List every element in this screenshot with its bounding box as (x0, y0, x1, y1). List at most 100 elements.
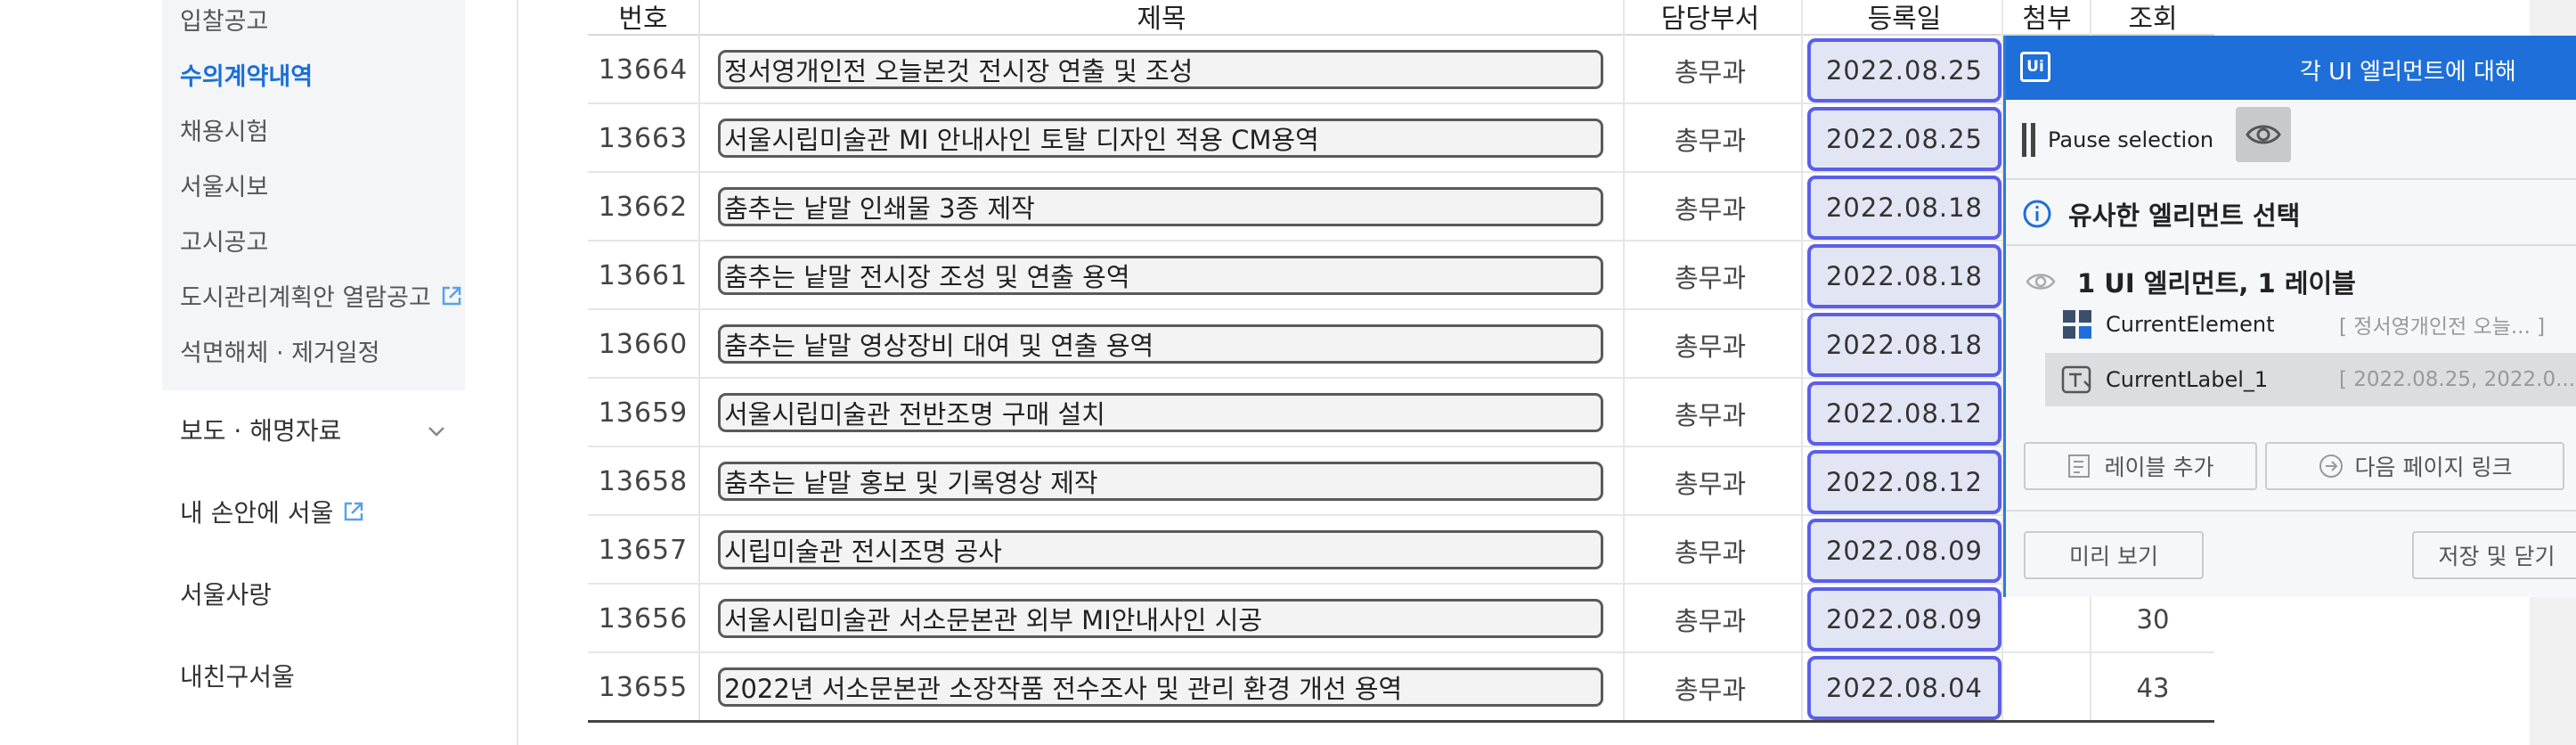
text-label-icon (2061, 365, 2091, 394)
row-title-link[interactable]: 시립미술관 전시조명 공사 (718, 530, 1603, 569)
tree-item-value: [ 2022.08.25, 2022.0... ] (2339, 368, 2576, 391)
submenu-item[interactable]: 수의계약내역 (180, 57, 313, 92)
row-date: 2022.08.12 (1807, 381, 2001, 446)
row-number: 13661 (598, 260, 689, 291)
submenu-item-label: 고시공고 (180, 229, 269, 257)
row-title-link[interactable]: 서울시립미술관 MI 안내사인 토탈 디자인 적용 CM용역 (718, 119, 1603, 158)
next-page-link-button[interactable]: 다음 페이지 링크 (2265, 442, 2564, 490)
select-similar-element-row[interactable]: 유사한 엘리먼트 선택 (2022, 189, 2300, 239)
eye-icon (2246, 125, 2281, 144)
table-row: 13659 서울시립미술관 전반조명 구매 설치 총무과 2022.08.12 (588, 379, 2214, 447)
header-attachment: 첨부 (2022, 4, 2072, 35)
table-row: 13663 서울시립미술관 MI 안내사인 토탈 디자인 적용 CM용역 총무과 20… (588, 104, 2214, 173)
row-title-link[interactable]: 춤추는 낱말 인쇄물 3종 제작 (718, 187, 1603, 226)
submenu-item[interactable]: 입찰공고 (180, 2, 268, 37)
row-date: 2022.08.25 (1807, 38, 2001, 102)
row-department: 총무과 (1674, 262, 1747, 293)
uipath-logo: Ui (2020, 52, 2050, 82)
highlight-toggle-button[interactable] (2236, 107, 2291, 162)
row-title-link[interactable]: 정서영개인전 오늘본것 전시장 연출 및 조성 (718, 50, 1603, 89)
submenu-item-label: 서울시보 (180, 174, 269, 201)
table-bottom-line (588, 720, 2214, 723)
row-views: 43 (2136, 672, 2170, 703)
row-department: 총무과 (1674, 674, 1747, 705)
nav-item-label: 보도 · 해명자료 (180, 416, 342, 446)
row-number: 13659 (598, 397, 689, 429)
add-label-icon (2067, 454, 2090, 478)
header-views: 조회 (2128, 4, 2178, 35)
row-number: 13662 (598, 192, 689, 223)
nav-item[interactable]: 내 손안에 서울 (180, 494, 365, 529)
pause-selection-label: Pause selection (2048, 127, 2214, 152)
row-date: 2022.08.04 (1807, 656, 2001, 720)
row-number: 13660 (598, 329, 689, 360)
tree-item-current-element[interactable]: CurrentElement [ 정서영개인전 오늘... ] (2045, 298, 2576, 351)
row-date: 2022.08.25 (1807, 107, 2001, 171)
left-sidebar: 입찰공고수의계약내역채용시험서울시보고시공고도시관리계획안 열람공고석면해체 ·… (0, 0, 518, 745)
nav-item[interactable]: 내친구서울 (180, 658, 295, 693)
table-row: 13657 시립미술관 전시조명 공사 총무과 2022.08.09 (588, 516, 2214, 585)
submenu-item[interactable]: 채용시험 (180, 112, 268, 147)
row-department: 총무과 (1674, 536, 1747, 568)
row-department: 총무과 (1674, 125, 1747, 156)
submenu-item-label: 수의계약내역 (180, 63, 314, 91)
submenu-item[interactable]: 석면해체 · 제거일정 (180, 333, 379, 368)
header-department: 담당부서 (1660, 4, 1760, 35)
panel-divider (2006, 510, 2576, 512)
tree-item-current-label[interactable]: CurrentLabel_1 [ 2022.08.25, 2022.0... ] (2045, 353, 2576, 406)
row-date: 2022.08.18 (1807, 244, 2001, 308)
row-title-link[interactable]: 춤추는 낱말 영상장비 대여 및 연출 용역 (718, 324, 1603, 364)
row-date: 2022.08.18 (1807, 313, 2001, 377)
nav-item-label: 내친구서울 (180, 662, 295, 692)
submenu-item[interactable]: 고시공고 (180, 223, 268, 258)
preview-button-text: 미리 보기 (2069, 544, 2158, 569)
chevron-down-icon[interactable] (426, 421, 447, 442)
row-title-link[interactable]: 서울시립미술관 전반조명 구매 설치 (718, 393, 1603, 432)
header-title: 제목 (1137, 4, 1186, 35)
row-department: 총무과 (1674, 56, 1747, 87)
submenu-item[interactable]: 서울시보 (180, 168, 268, 202)
table-row: 13662 춤추는 낱말 인쇄물 3종 제작 총무과 2022.08.18 (588, 173, 2214, 242)
row-title-link[interactable]: 서울시립미술관 서소문본관 외부 MI안내사인 시공 (718, 599, 1603, 638)
table-row: 13656 서울시립미술관 서소문본관 외부 MI안내사인 시공 총무과 2022.0… (588, 585, 2214, 653)
add-label-button[interactable]: 레이블 추가 (2024, 442, 2257, 490)
row-date: 2022.08.18 (1807, 176, 2001, 240)
submenu-item-label: 입찰공고 (180, 8, 269, 36)
submenu-panel: 입찰공고수의계약내역채용시험서울시보고시공고도시관리계획안 열람공고석면해체 ·… (162, 0, 465, 390)
table-row: 13661 춤추는 낱말 전시장 조성 및 연출 용역 총무과 2022.08.18 (588, 242, 2214, 310)
row-number: 13658 (598, 466, 689, 497)
save-and-close-text: 저장 및 닫기 (2438, 544, 2556, 569)
table-row: 13660 춤추는 낱말 영상장비 대여 및 연출 용역 총무과 2022.08.18 (588, 310, 2214, 379)
next-arrow-icon (2319, 454, 2343, 478)
preview-button[interactable]: 미리 보기 (2024, 531, 2204, 579)
tree-item-name: CurrentElement (2106, 312, 2275, 337)
info-icon (2023, 200, 2051, 228)
row-title-link[interactable]: 춤추는 낱말 전시장 조성 및 연출 용역 (718, 256, 1603, 295)
contract-list-table: 번호 제목 담당부서 등록일 첨부 조회 13664 정서영개인전 오늘본것 전시… (588, 0, 2214, 745)
panel-divider (2006, 178, 2576, 180)
nav-item[interactable]: 서울사랑 (180, 576, 272, 611)
tree-item-value: [ 정서영개인전 오늘... ] (2339, 315, 2546, 339)
table-row: 13658 춤추는 낱말 홍보 및 기록영상 제작 총무과 2022.08.12 (588, 447, 2214, 516)
pause-selection-button[interactable]: Pause selection (2022, 118, 2213, 162)
selection-summary-text: 1 UI 엘리먼트, 1 레이블 (2077, 268, 2356, 299)
nav-item[interactable]: 보도 · 해명자료 (180, 412, 341, 447)
row-department: 총무과 (1674, 193, 1747, 225)
row-date: 2022.08.12 (1807, 450, 2001, 514)
tree-item-name: CurrentLabel_1 (2106, 367, 2269, 392)
row-title-link[interactable]: 2022년 서소문본관 소장작품 전수조사 및 관리 환경 개선 용역 (718, 667, 1603, 707)
row-department: 총무과 (1674, 468, 1747, 499)
submenu-item-label: 석면해체 · 제거일정 (180, 340, 380, 367)
row-date: 2022.08.09 (1807, 587, 2001, 651)
save-and-close-button[interactable]: 저장 및 닫기 (2412, 531, 2576, 579)
submenu-item[interactable]: 도시관리계획안 열람공고 (180, 278, 463, 313)
select-similar-label: 유사한 엘리먼트 선택 (2068, 201, 2301, 231)
header-number: 번호 (618, 4, 668, 35)
data-scraping-panel: Ui 각 UI 엘리먼트에 대해 Pause selection 유사한 엘리먼… (2003, 36, 2576, 597)
row-department: 총무과 (1674, 399, 1747, 430)
header-date: 등록일 (1867, 4, 1942, 35)
row-department: 총무과 (1674, 331, 1747, 362)
row-title-link[interactable]: 춤추는 낱말 홍보 및 기록영상 제작 (718, 462, 1603, 501)
row-date: 2022.08.09 (1807, 519, 2001, 583)
row-number: 13657 (598, 535, 689, 566)
